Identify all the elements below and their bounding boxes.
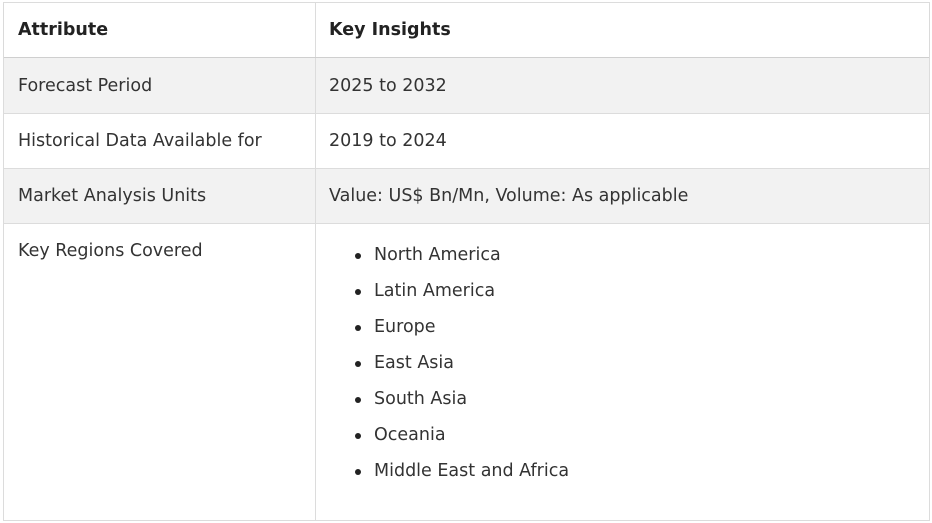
attribute-cell: Historical Data Available for [4, 114, 316, 168]
region-label: Europe [374, 317, 436, 337]
table-header-row: Attribute Key Insights [4, 3, 929, 58]
bullet-icon [355, 253, 361, 259]
bullet-icon [355, 361, 361, 367]
regions-list: North America Latin America Europe East … [329, 243, 929, 495]
table-row: Historical Data Available for 2019 to 20… [4, 113, 929, 168]
attribute-cell: Market Analysis Units [4, 169, 316, 223]
region-label: Oceania [374, 425, 446, 445]
region-label: East Asia [374, 353, 454, 373]
region-label: Middle East and Africa [374, 461, 570, 481]
header-attribute: Attribute [4, 3, 316, 57]
list-item: Latin America [329, 279, 929, 315]
bullet-icon [355, 469, 361, 475]
table-row: Forecast Period 2025 to 2032 [4, 58, 929, 113]
bullet-icon [355, 325, 361, 331]
key-insights-table: Attribute Key Insights Forecast Period 2… [3, 2, 930, 521]
insight-cell: 2025 to 2032 [329, 75, 447, 96]
insight-cell: North America Latin America Europe East … [316, 224, 929, 520]
attribute-cell: Key Regions Covered [4, 224, 316, 520]
bullet-icon [355, 289, 361, 295]
list-item: Oceania [329, 423, 929, 459]
region-label: South Asia [374, 389, 468, 409]
region-label: North America [374, 245, 501, 265]
list-item: Middle East and Africa [329, 459, 929, 495]
header-key-insights: Key Insights [329, 20, 451, 40]
list-item: North America [329, 243, 929, 279]
table-row: Key Regions Covered North America Latin … [4, 223, 929, 520]
attribute-cell: Forecast Period [4, 58, 316, 113]
list-item: East Asia [329, 351, 929, 387]
insight-cell: Value: US$ Bn/Mn, Volume: As applicable [329, 186, 689, 206]
insight-cell: 2019 to 2024 [329, 131, 447, 151]
bullet-icon [355, 397, 361, 403]
bullet-icon [355, 433, 361, 439]
list-item: South Asia [329, 387, 929, 423]
list-item: Europe [329, 315, 929, 351]
table-row: Market Analysis Units Value: US$ Bn/Mn, … [4, 168, 929, 223]
region-label: Latin America [374, 281, 496, 301]
